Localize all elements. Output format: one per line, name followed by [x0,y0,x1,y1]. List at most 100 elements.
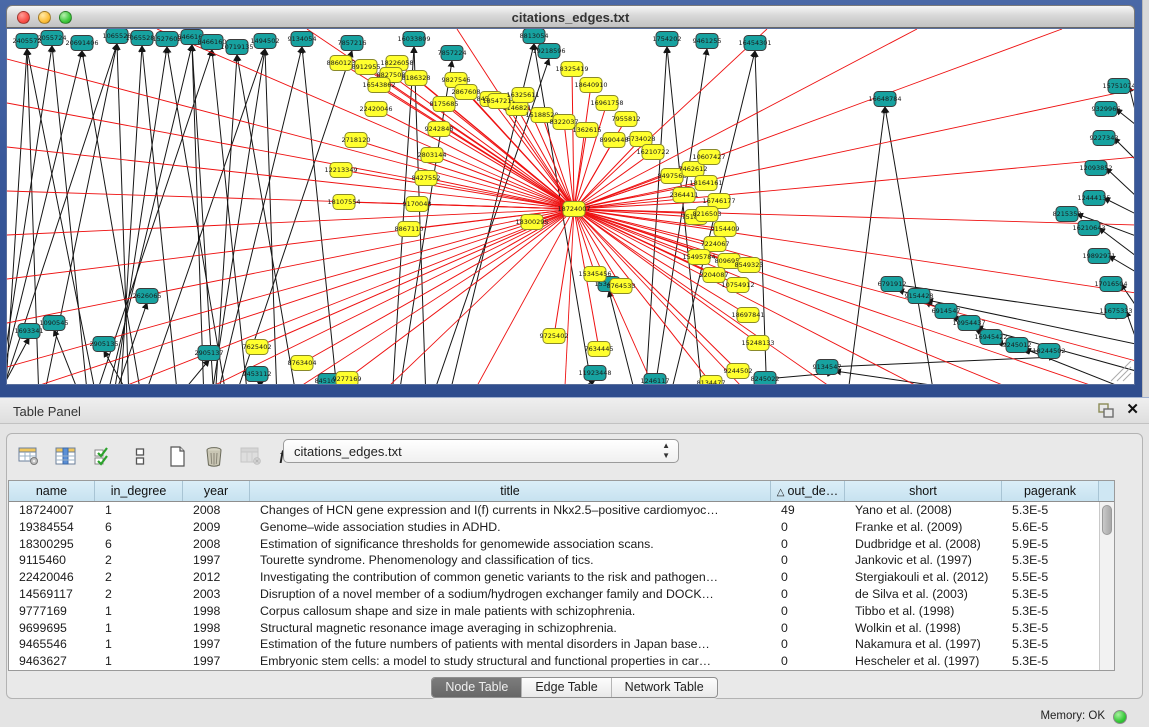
graph-node[interactable]: 8427552 [412,171,441,186]
graph-node[interactable]: 8813054 [520,29,549,44]
graph-node[interactable]: 1362615 [573,123,602,138]
close-panel-icon[interactable]: ✕ [1126,402,1139,418]
graph-node[interactable]: 9170048 [403,197,432,212]
graph-node[interactable]: 1754202 [653,32,682,47]
column-header-out_de[interactable]: △out_de… [771,481,845,501]
graph-node[interactable]: 8764533 [607,279,636,294]
graph-node[interactable]: 15248133 [741,336,774,351]
graph-node[interactable]: 17016504 [1094,277,1127,292]
graph-node[interactable]: 2905137 [195,346,224,361]
graph-node[interactable]: 11923448 [578,366,611,381]
graph-node[interactable]: 12444135 [1077,191,1110,206]
table-row[interactable]: 2242004622012Investigating the contribut… [9,569,1114,586]
graph-node[interactable]: 8134477 [697,376,726,386]
graph-node[interactable]: 9134054 [288,32,317,47]
graph-node[interactable]: 8215358 [1053,207,1082,222]
table-row[interactable]: 1830029562008Estimation of significance … [9,536,1114,553]
graph-node[interactable]: 9134547 [813,360,842,375]
graph-node[interactable]: 1090545 [40,316,69,331]
graph-node[interactable]: 7634445 [585,342,614,357]
graph-node[interactable]: 18697841 [731,308,764,323]
table-row[interactable]: 1872400712008Changes of HCN gene express… [9,502,1114,519]
graph-node[interactable]: 2626065 [133,289,162,304]
float-window-icon[interactable] [1098,403,1114,418]
graph-node[interactable]: 9277169 [333,372,362,386]
column-header-year[interactable]: year [183,481,250,501]
graph-node[interactable]: 9242848 [425,122,454,137]
select-all-icon[interactable] [91,445,115,467]
graph-node[interactable]: 8175685 [430,97,459,112]
table-row[interactable]: 946362711997Embryonic stem cells: a mode… [9,653,1114,670]
graph-node[interactable]: 18107554 [327,195,360,210]
graph-node[interactable]: 8867110 [395,222,424,237]
graph-node[interactable]: 8186328 [402,71,431,86]
graph-node[interactable]: 2055724 [38,31,67,46]
graph-node[interactable]: 7857224 [438,46,467,61]
graph-node[interactable]: 1494502 [251,34,280,49]
graph-node[interactable]: 18244502 [1032,344,1065,359]
graph-node[interactable]: 8216503 [693,207,722,222]
tab-node-table[interactable]: Node Table [432,678,522,697]
graph-node[interactable]: 9154428 [905,289,934,304]
graph-node[interactable]: 9461255 [693,34,722,49]
graph-node[interactable]: 22420046 [359,102,392,117]
table-row[interactable]: 946554611997Estimation of the future num… [9,636,1114,653]
graph-node[interactable]: 8990448 [600,133,629,148]
graph-node[interactable]: 9245012 [1003,338,1032,353]
delete-table-icon[interactable] [202,445,226,467]
graph-node[interactable]: 1693341 [15,324,44,339]
graph-node[interactable]: 18325419 [555,62,588,77]
column-header-title[interactable]: title [250,481,771,501]
graph-node[interactable]: 19892971 [1082,249,1115,264]
graph-node[interactable]: 9154409 [711,222,740,237]
graph-node[interactable]: 9329966 [1092,102,1121,117]
column-header-in_degree[interactable]: in_degree [95,481,183,501]
graph-node[interactable]: 18640910 [574,78,607,93]
table-settings-icon[interactable] [17,445,41,467]
column-header-name[interactable]: name [9,481,95,501]
citation-network-graph[interactable]: 2405572205572420691406106552810655287152… [7,29,1135,385]
graph-node[interactable]: 18300295 [515,215,548,230]
column-header-pagerank[interactable]: pagerank [1002,481,1099,501]
graph-node[interactable]: 7625402 [243,340,272,355]
graph-node[interactable]: 7857216 [338,36,367,51]
graph-node[interactable]: 16961758 [590,96,623,111]
graph-node[interactable]: 12093852 [1079,161,1112,176]
graph-node[interactable]: 20691406 [65,36,98,51]
network-window-titlebar[interactable]: citations_edges.txt [6,5,1135,28]
graph-node[interactable]: 6914547 [932,304,961,319]
graph-node[interactable]: 8763404 [288,356,317,371]
graph-node[interactable]: 7955812 [612,112,641,127]
graph-node[interactable]: 8245022 [751,372,780,386]
table-row[interactable]: 969969511998Structural magnetic resonanc… [9,620,1114,637]
table-vertical-scrollbar[interactable] [1099,502,1114,670]
show-columns-icon[interactable] [54,445,78,467]
graph-node[interactable]: 9725402 [540,329,569,344]
graph-node[interactable]: 9244502 [724,364,753,379]
resize-grip-icon[interactable] [1111,361,1131,381]
graph-node[interactable]: 16648784 [868,92,901,107]
graph-node[interactable]: 2803144 [418,148,447,163]
graph-node[interactable]: 1246117 [641,374,670,386]
graph-node[interactable]: 8549323 [735,258,764,273]
column-header-short[interactable]: short [845,481,1002,501]
graph-node[interactable]: 15751074 [1102,79,1135,94]
table-row[interactable]: 977716911998Corpus callosum shape and si… [9,603,1114,620]
table-row[interactable]: 1456911722003Disruption of a novel membe… [9,586,1114,603]
graph-node[interactable]: 9227343 [1090,131,1119,146]
resize-grip-icon[interactable] [1117,367,1131,381]
graph-node[interactable]: 16454301 [738,36,771,51]
graph-node[interactable]: 18164161 [689,176,722,191]
graph-node[interactable]: 9453112 [243,367,272,382]
graph-node[interactable]: 16033809 [397,32,430,47]
graph-node[interactable]: 2905135 [90,337,119,352]
graph-node[interactable]: 19218596 [532,44,565,59]
network-canvas[interactable]: 2405572205572420691406106552810655287152… [6,28,1135,385]
graph-node[interactable]: 12213349 [324,163,357,178]
tab-edge-table[interactable]: Edge Table [522,678,611,697]
new-table-icon[interactable] [165,445,189,467]
table-row[interactable]: 911546021997Tourette syndrome. Phenomeno… [9,552,1114,569]
table-row[interactable]: 1938455462009Genome–wide association stu… [9,519,1114,536]
tab-network-table[interactable]: Network Table [612,678,717,697]
delete-column-icon[interactable] [239,445,263,467]
